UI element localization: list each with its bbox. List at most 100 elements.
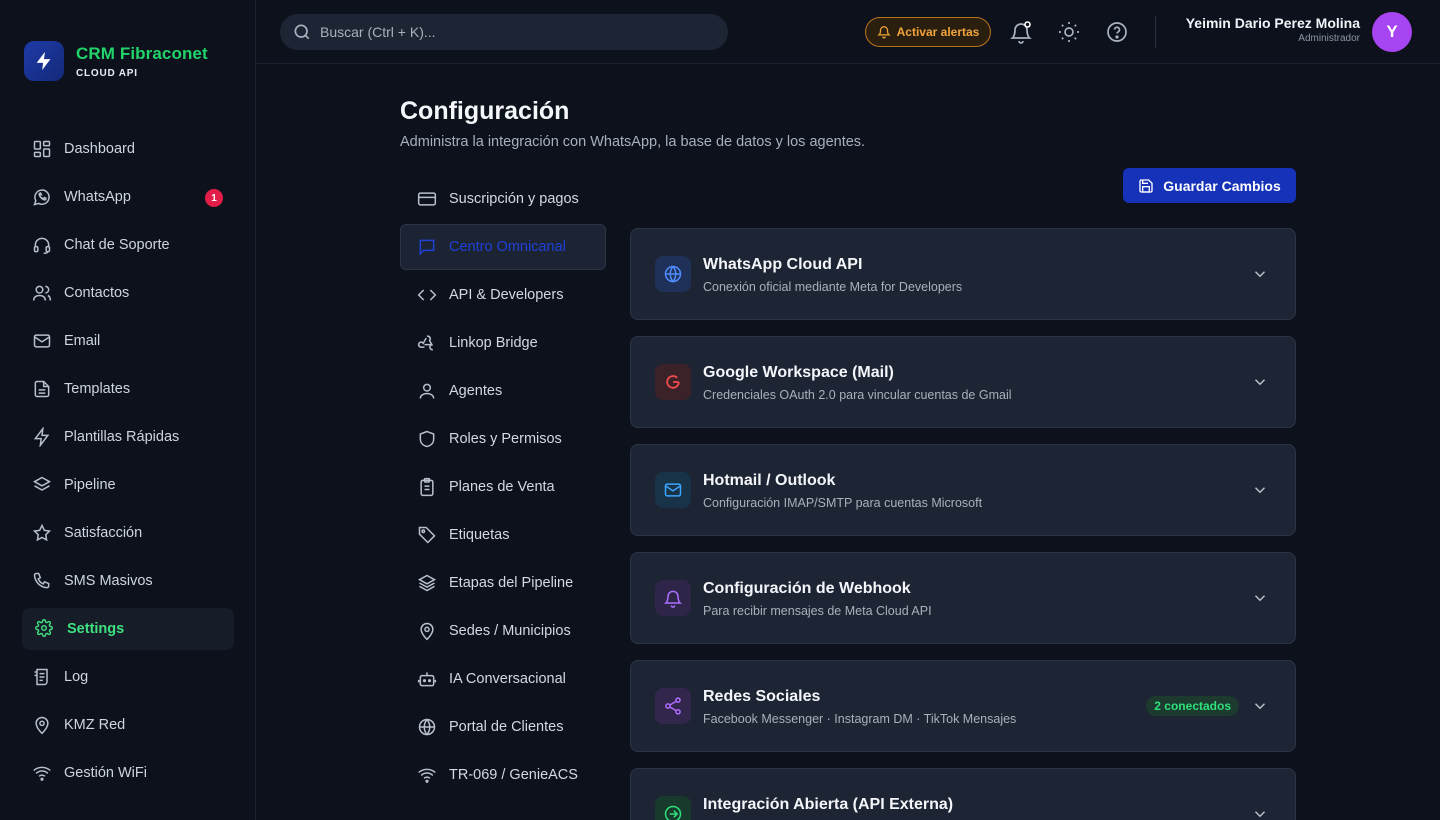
- page-title: Configuración: [400, 97, 570, 125]
- dashboard-icon: [32, 139, 52, 159]
- sidebar-item-plantillas-rapidas[interactable]: Plantillas Rápidas: [22, 416, 234, 458]
- settings-tab-etiquetas[interactable]: Etiquetas: [400, 512, 606, 558]
- card-title: Redes Sociales: [703, 688, 821, 705]
- avatar[interactable]: Y: [1372, 12, 1412, 52]
- sidebar-item-label: WhatsApp: [64, 189, 131, 205]
- card-google-workspace[interactable]: Google Workspace (Mail) Credenciales OAu…: [630, 336, 1296, 428]
- settings-tab-centro-omnicanal[interactable]: Centro Omnicanal: [400, 224, 606, 270]
- settings-tab-agentes[interactable]: Agentes: [400, 368, 606, 414]
- settings-tab-api-developers[interactable]: API & Developers: [400, 272, 606, 318]
- activate-alerts-label: Activar alertas: [896, 25, 980, 39]
- save-changes-label: Guardar Cambios: [1163, 177, 1281, 194]
- sidebar-item-email[interactable]: Email: [22, 320, 234, 362]
- sidebar-item-dashboard[interactable]: Dashboard: [22, 128, 234, 170]
- settings-tab-portal-clientes[interactable]: Portal de Clientes: [400, 704, 606, 750]
- bolt-logo-icon: [24, 41, 64, 81]
- settings-tab-tr069[interactable]: TR-069 / GenieACS: [400, 752, 606, 798]
- clipboard-icon: [417, 477, 437, 497]
- chevron-down-icon[interactable]: [1251, 697, 1269, 715]
- sidebar-item-sms-masivos[interactable]: SMS Masivos: [22, 560, 234, 602]
- card-redes-sociales[interactable]: Redes Sociales Facebook Messenger · Inst…: [630, 660, 1296, 752]
- chevron-down-icon[interactable]: [1251, 373, 1269, 391]
- mail-icon: [32, 331, 52, 351]
- layers-icon: [32, 475, 52, 495]
- log-icon: [32, 667, 52, 687]
- card-title: Google Workspace (Mail): [703, 364, 894, 381]
- card-description: Configuración IMAP/SMTP para cuentas Mic…: [703, 496, 983, 510]
- activate-alerts-button[interactable]: Activar alertas: [865, 17, 991, 47]
- globe-icon: [417, 717, 437, 737]
- sidebar: CRM Fibraconet CLOUD API Dashboard Whats…: [0, 0, 256, 820]
- sidebar-item-whatsapp[interactable]: WhatsApp 1: [22, 176, 234, 218]
- settings-tab-label: Planes de Venta: [449, 479, 555, 495]
- whatsapp-icon: [32, 187, 52, 207]
- sidebar-item-label: Chat de Soporte: [64, 237, 170, 253]
- settings-tab-ia-conversacional[interactable]: IA Conversacional: [400, 656, 606, 702]
- settings-tab-label: Portal de Clientes: [449, 719, 564, 735]
- sidebar-item-kmz-red[interactable]: KMZ Red: [22, 704, 234, 746]
- card-integracion-abierta[interactable]: Integración Abierta (API Externa): [630, 768, 1296, 820]
- shield-icon: [417, 429, 437, 449]
- map-pin-icon: [32, 715, 52, 735]
- sidebar-nav: Dashboard WhatsApp 1 Chat de Soporte Con…: [22, 128, 234, 800]
- settings-tab-suscripcion[interactable]: Suscripción y pagos: [400, 176, 606, 222]
- settings-tab-linkop-bridge[interactable]: Linkop Bridge: [400, 320, 606, 366]
- sidebar-item-log[interactable]: Log: [22, 656, 234, 698]
- sidebar-item-pipeline[interactable]: Pipeline: [22, 464, 234, 506]
- theme-sun-icon[interactable]: [1057, 20, 1081, 44]
- sidebar-item-label: Satisfacción: [64, 525, 143, 541]
- top-header: Activar alertas Yeimin Dario Perez Molin…: [256, 0, 1440, 64]
- star-icon: [32, 523, 52, 543]
- sidebar-item-templates[interactable]: Templates: [22, 368, 234, 410]
- header-divider: [1155, 16, 1156, 48]
- settings-tab-label: API & Developers: [449, 287, 564, 303]
- sidebar-item-label: SMS Masivos: [64, 573, 153, 589]
- settings-tab-etapas-pipeline[interactable]: Etapas del Pipeline: [400, 560, 606, 606]
- brand-subtitle: CLOUD API: [76, 67, 138, 79]
- mail-icon: [655, 472, 691, 508]
- chevron-down-icon[interactable]: [1251, 265, 1269, 283]
- chevron-down-icon[interactable]: [1251, 481, 1269, 499]
- bell-icon: [655, 580, 691, 616]
- card-webhook-config[interactable]: Configuración de Webhook Para recibir me…: [630, 552, 1296, 644]
- sidebar-item-label: Settings: [67, 621, 125, 637]
- chat-icon: [417, 237, 437, 257]
- headset-icon: [32, 235, 52, 255]
- page-subtitle: Administra la integración con WhatsApp, …: [400, 134, 866, 150]
- sidebar-item-chat-soporte[interactable]: Chat de Soporte: [22, 224, 234, 266]
- search-bar[interactable]: [280, 14, 728, 50]
- sidebar-item-label: Templates: [64, 381, 131, 397]
- map-pin-icon: [417, 621, 437, 641]
- card-hotmail-outlook[interactable]: Hotmail / Outlook Configuración IMAP/SMT…: [630, 444, 1296, 536]
- help-icon[interactable]: [1105, 20, 1129, 44]
- card-description: Facebook Messenger · Instagram DM · TikT…: [703, 712, 1017, 726]
- chevron-down-icon[interactable]: [1251, 589, 1269, 607]
- sidebar-item-contactos[interactable]: Contactos: [22, 272, 234, 314]
- bot-icon: [417, 669, 437, 689]
- sidebar-item-label: Contactos: [64, 285, 130, 301]
- sidebar-item-label: Log: [64, 669, 89, 685]
- settings-nav: Suscripción y pagos Centro Omnicanal API…: [400, 176, 606, 800]
- brand[interactable]: CRM Fibraconet CLOUD API: [24, 41, 208, 81]
- card-whatsapp-cloud-api[interactable]: WhatsApp Cloud API Conexión oficial medi…: [630, 228, 1296, 320]
- notifications-bell-icon[interactable]: [1009, 20, 1033, 44]
- sidebar-item-settings[interactable]: Settings: [22, 608, 234, 650]
- settings-tab-planes-venta[interactable]: Planes de Venta: [400, 464, 606, 510]
- card-description: Conexión oficial mediante Meta for Devel…: [703, 280, 963, 294]
- card-title: Hotmail / Outlook: [703, 472, 836, 489]
- sidebar-item-satisfaccion[interactable]: Satisfacción: [22, 512, 234, 554]
- sidebar-item-label: Pipeline: [64, 477, 116, 493]
- search-input[interactable]: [320, 24, 700, 40]
- gear-icon: [35, 619, 55, 639]
- wifi-icon: [32, 763, 52, 783]
- save-changes-button[interactable]: Guardar Cambios: [1123, 168, 1296, 203]
- chevron-down-icon[interactable]: [1251, 805, 1269, 820]
- settings-tab-sedes[interactable]: Sedes / Municipios: [400, 608, 606, 654]
- user-icon: [417, 381, 437, 401]
- tag-icon: [417, 525, 437, 545]
- settings-tab-roles-permisos[interactable]: Roles y Permisos: [400, 416, 606, 462]
- sidebar-item-gestion-wifi[interactable]: Gestión WiFi: [22, 752, 234, 794]
- sidebar-item-label: Dashboard: [64, 141, 135, 157]
- globe-icon: [655, 256, 691, 292]
- code-icon: [417, 285, 437, 305]
